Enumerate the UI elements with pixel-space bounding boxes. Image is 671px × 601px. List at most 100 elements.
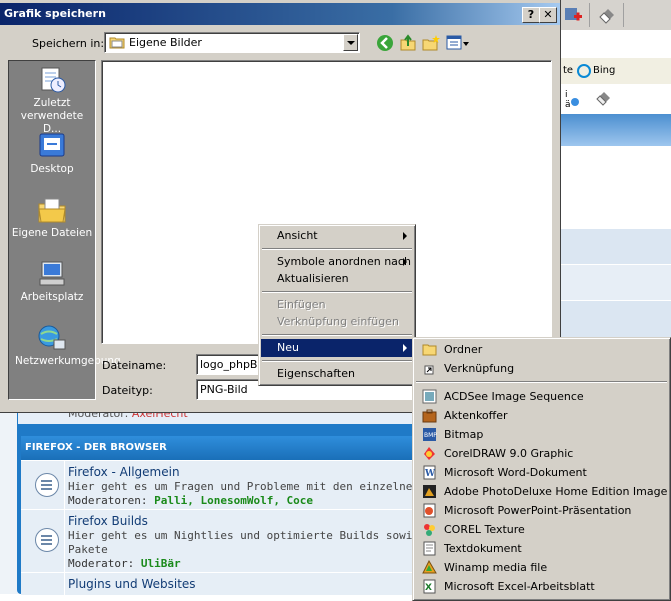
submenu-item-shortcut[interactable]: Verknüpfung <box>415 359 668 378</box>
filetype-label: Dateityp: <box>102 384 153 397</box>
submenu-arrow-icon <box>403 258 407 266</box>
submenu-item-file[interactable]: Winamp media file <box>415 558 668 577</box>
menu-item-refresh[interactable]: Aktualisieren <box>261 270 413 288</box>
submenu-arrow-icon <box>403 232 407 240</box>
help-button[interactable]: ? <box>522 7 540 23</box>
view-menu-icon[interactable] <box>446 34 470 52</box>
submenu-item-file[interactable]: CorelDRAW 9.0 Graphic <box>415 444 668 463</box>
menu-item-properties[interactable]: Eigenschaften <box>261 365 413 383</box>
filename-value: logo_phpBB <box>200 358 266 371</box>
svg-text:BMP: BMP <box>424 432 437 439</box>
network-icon <box>36 323 68 353</box>
forum-description-cont: Pakete <box>68 543 108 556</box>
menu-separator <box>416 381 667 383</box>
place-label: Eigene Dateien <box>11 227 93 239</box>
forum-spacer <box>555 146 671 228</box>
submenu-item-file[interactable]: Microsoft PowerPoint-Präsentation <box>415 501 668 520</box>
places-bar: Zuletzt verwendete D... Desktop Eigene D… <box>8 60 121 400</box>
up-folder-icon[interactable] <box>399 34 417 52</box>
close-button[interactable]: ✕ <box>539 7 557 23</box>
forum-row-bg <box>555 264 671 301</box>
place-label: Desktop <box>30 163 74 175</box>
menu-separator <box>262 360 412 362</box>
menu-item-paste-shortcut: Verknüpfung einfügen <box>277 315 399 328</box>
photodeluxe-icon <box>423 485 436 498</box>
place-label: Netzwerkumgebung <box>15 355 121 367</box>
toolbar-icon-red-cross[interactable] <box>563 5 583 25</box>
powerpoint-icon <box>423 503 436 518</box>
submenu-item-file[interactable]: Adobe PhotoDeluxe Home Edition Image <box>415 482 668 501</box>
editor-icons: iä <box>555 84 671 114</box>
bing-icon[interactable] <box>577 64 591 78</box>
place-recent[interactable]: Zuletzt verwendete D... <box>9 65 95 136</box>
row-separator <box>64 573 65 595</box>
bing-bar: te Bing <box>555 58 671 84</box>
browser-strip <box>555 30 671 58</box>
svg-text:X: X <box>425 583 432 593</box>
forum-moderators: Moderatoren: Palli, LonesomWolf, Coce <box>68 494 314 507</box>
bitmap-icon: BMP <box>423 428 437 441</box>
menu-separator <box>262 334 412 336</box>
submenu-item-file[interactable]: Aktenkoffer <box>415 406 668 425</box>
submenu-item-file[interactable]: BMP Bitmap <box>415 425 668 444</box>
word-icon: W <box>423 465 436 480</box>
menu-item-view[interactable]: Ansicht <box>261 227 413 245</box>
context-menu: Ansicht Symbole anordnen nach Aktualisie… <box>258 224 416 386</box>
submenu-item-file[interactable]: COREL Texture <box>415 520 668 539</box>
eraser-icon[interactable] <box>595 88 613 106</box>
place-my-computer[interactable]: Arbeitsplatz <box>9 259 95 304</box>
forum-row-bg <box>555 300 671 339</box>
save-in-value: Eigene Bilder <box>129 36 202 49</box>
toolbar-icon-eraser[interactable] <box>597 5 617 25</box>
save-in-label: Speichern in: <box>32 37 105 50</box>
recent-docs-icon <box>36 65 68 95</box>
submenu-item-file[interactable]: W Microsoft Word-Dokument <box>415 463 668 482</box>
place-desktop[interactable]: Desktop <box>9 131 95 176</box>
forum-icon <box>35 528 59 552</box>
back-icon[interactable] <box>376 34 394 52</box>
submenu-arrow-icon <box>403 344 407 352</box>
forum-title[interactable]: Firefox Builds <box>68 514 148 528</box>
menu-item-arrange-icons[interactable]: Symbole anordnen nach <box>261 253 413 271</box>
submenu-item-folder[interactable]: Ordner <box>415 340 668 359</box>
excel-icon: X <box>423 579 436 594</box>
dialog-title: Grafik speichern <box>4 7 106 20</box>
place-label: Arbeitsplatz <box>20 291 84 303</box>
corel-texture-icon <box>424 524 435 536</box>
forum-description: Hier geht es um Nightlies und optimierte… <box>68 529 418 542</box>
submenu-item-file[interactable]: X Microsoft Excel-Arbeitsblatt <box>415 577 668 596</box>
forum-description: Hier geht es um Fragen und Probleme mit … <box>68 480 418 493</box>
svg-text:W: W <box>424 469 436 479</box>
save-in-combo[interactable]: Eigene Bilder <box>104 32 360 53</box>
forum-icon <box>35 473 59 497</box>
forum-row-bg <box>555 228 671 265</box>
filetype-value: PNG-Bild <box>200 383 248 396</box>
svg-text:i: i <box>565 90 568 100</box>
row-separator <box>64 461 65 509</box>
desktop-icon <box>36 131 68 161</box>
new-folder-icon[interactable] <box>422 34 440 52</box>
chevron-down-icon[interactable] <box>343 34 358 51</box>
my-documents-icon <box>36 195 68 225</box>
shortcut-icon <box>424 365 434 375</box>
folder-icon <box>109 37 125 49</box>
menu-item-new[interactable]: Neu <box>261 339 413 357</box>
acdsee-icon <box>422 389 437 404</box>
submenu-item-file[interactable]: Textdokument <box>415 539 668 558</box>
dialog-titlebar[interactable]: Grafik speichern ? ✕ <box>0 3 560 25</box>
filename-label: Dateiname: <box>102 359 167 372</box>
briefcase-icon <box>422 409 437 423</box>
place-network[interactable]: Netzwerkumgebung <box>9 323 121 368</box>
menu-separator <box>262 291 412 293</box>
forum-row[interactable]: Firefox Builds Hier geht es um Nightlies… <box>21 509 421 572</box>
section-header[interactable]: FIREFOX - DER BROWSER <box>21 436 421 460</box>
place-my-documents[interactable]: Eigene Dateien <box>9 195 95 240</box>
forum-title[interactable]: Plugins und Websites <box>68 577 196 591</box>
forum-row[interactable]: Plugins und Websites <box>21 572 421 595</box>
forum-title[interactable]: Firefox - Allgemein <box>68 465 180 479</box>
forum-row[interactable]: Firefox - Allgemein Hier geht es um Frag… <box>21 460 421 509</box>
bing-label[interactable]: Bing <box>593 65 615 76</box>
my-computer-icon <box>36 259 68 289</box>
submenu-item-file[interactable]: ACDSee Image Sequence <box>415 387 668 406</box>
forum-moderators: Moderator: UliBär <box>68 557 181 570</box>
